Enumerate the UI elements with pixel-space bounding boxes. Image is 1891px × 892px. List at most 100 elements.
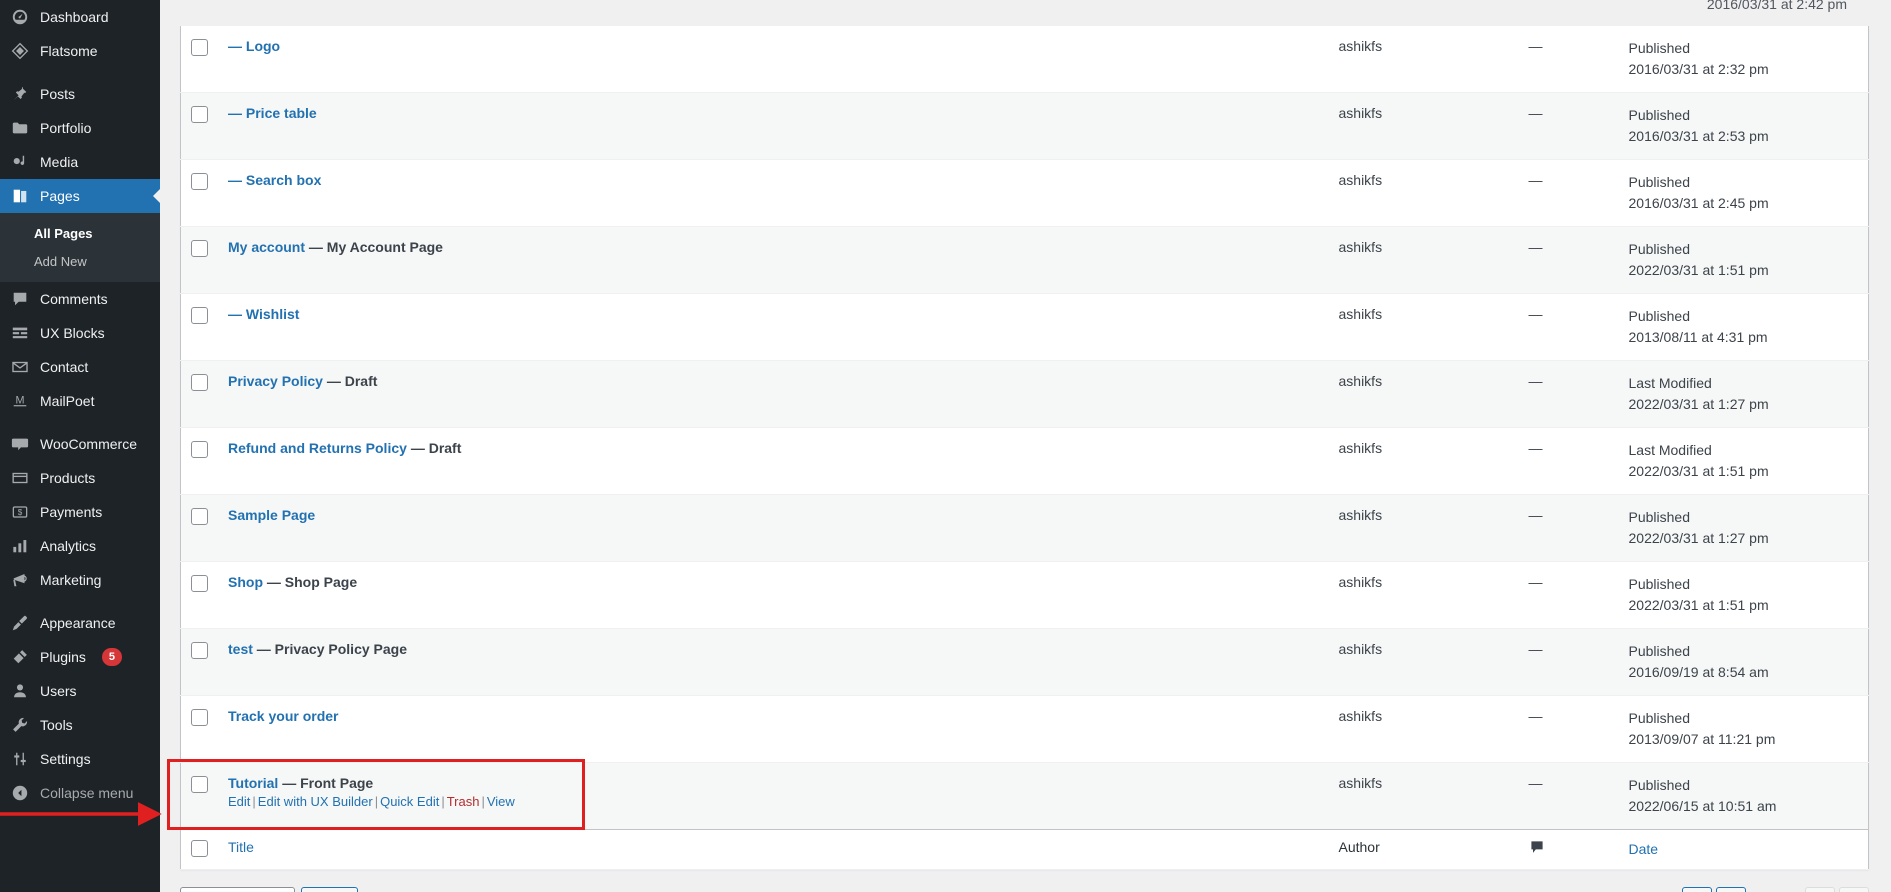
products-icon [10, 468, 30, 488]
admin-main-content: 2016/03/31 at 2:42 pm — Logo ashikfs — P… [160, 0, 1891, 892]
row-select-cell [181, 294, 219, 361]
row-author-cell[interactable]: ashikfs [1329, 696, 1519, 763]
row-action-edit[interactable]: Edit [228, 794, 250, 809]
table-row[interactable]: Track your order ashikfs — Published 201… [180, 696, 1869, 763]
table-row[interactable]: Sample Page ashikfs — Published 2022/03/… [180, 494, 1869, 562]
row-date-value: 2022/03/31 at 1:51 pm [1628, 262, 1769, 278]
table-row[interactable]: Refund and Returns Policy — Draft ashikf… [180, 428, 1869, 495]
row-author-cell[interactable]: ashikfs [1329, 562, 1519, 629]
table-row[interactable]: — Price table ashikfs — Published 2016/0… [180, 92, 1869, 160]
table-row[interactable]: test — Privacy Policy Page ashikfs — Pub… [180, 628, 1869, 696]
column-header-date-link[interactable]: Date [1629, 841, 1659, 857]
row-author-cell[interactable]: ashikfs [1329, 294, 1519, 361]
sidebar-item-collapse-menu[interactable]: Collapse menu [0, 776, 160, 810]
row-date-cell: Published 2013/08/11 at 4:31 pm [1619, 294, 1869, 361]
row-author-cell[interactable]: ashikfs [1329, 428, 1519, 495]
row-title-link[interactable]: Price table [246, 105, 317, 121]
row-checkbox[interactable] [191, 105, 208, 123]
table-row[interactable]: Privacy Policy — Draft ashikfs — Last Mo… [180, 360, 1869, 428]
select-all-checkbox[interactable] [191, 839, 208, 857]
row-comments-cell: — [1528, 38, 1543, 54]
pagination-first-page[interactable]: « [1681, 887, 1712, 892]
row-comments-cell: — [1528, 105, 1543, 121]
sidebar-item-pages[interactable]: Pages [0, 179, 160, 213]
row-author-cell[interactable]: ashikfs [1329, 763, 1519, 830]
row-author-cell[interactable]: ashikfs [1329, 26, 1519, 93]
sidebar-item-products[interactable]: Products [0, 461, 160, 495]
row-checkbox[interactable] [191, 172, 208, 190]
table-row-tutorial[interactable]: Tutorial — Front Page Edit | Edit with UX … [180, 762, 1869, 830]
row-action-quick-edit[interactable]: Quick Edit [380, 794, 439, 809]
row-title-link[interactable]: Refund and Returns Policy [228, 440, 407, 456]
row-title-link[interactable]: Sample Page [228, 507, 315, 523]
row-checkbox[interactable] [191, 708, 208, 726]
row-date-cell: Last Modified 2022/03/31 at 1:51 pm [1619, 428, 1869, 495]
row-date-value: 2016/03/31 at 2:45 pm [1628, 195, 1769, 211]
row-title-link[interactable]: My account [228, 239, 305, 255]
sidebar-item-users[interactable]: Users [0, 674, 160, 708]
sidebar-item-contact[interactable]: Contact [0, 350, 160, 384]
row-title-link[interactable]: Privacy Policy [228, 373, 323, 389]
row-action-view[interactable]: View [487, 794, 515, 809]
table-row[interactable]: — Wishlist ashikfs — Published 2013/08/1… [180, 294, 1869, 361]
row-checkbox[interactable] [191, 373, 208, 391]
row-title-link[interactable]: Shop [228, 574, 263, 590]
sidebar-item-woocommerce[interactable]: WooCommerce [0, 427, 160, 461]
row-checkbox[interactable] [191, 507, 208, 525]
row-author-cell[interactable]: ashikfs [1329, 361, 1519, 428]
row-action-trash[interactable]: Trash [447, 794, 480, 809]
row-checkbox[interactable] [191, 38, 208, 56]
row-author-cell[interactable]: ashikfs [1329, 160, 1519, 227]
sidebar-item-posts[interactable]: Posts [0, 77, 160, 111]
row-action-edit-with-ux-builder[interactable]: Edit with UX Builder [258, 794, 373, 809]
sidebar-item-appearance[interactable]: Appearance [0, 606, 160, 640]
sidebar-item-tools[interactable]: Tools [0, 708, 160, 742]
table-row[interactable]: My account — My Account Page ashikfs — P… [180, 226, 1869, 294]
column-header-date[interactable]: Date [1618, 829, 1869, 870]
row-checkbox[interactable] [191, 641, 208, 659]
plugins-update-badge: 5 [101, 648, 123, 666]
table-row[interactable]: — Search box ashikfs — Published 2016/03… [180, 160, 1869, 227]
apply-button[interactable]: Apply [301, 887, 359, 892]
sidebar-item-label: Contact [40, 359, 89, 375]
pagination-prev-page[interactable]: ‹ [1715, 887, 1746, 892]
sidebar-item-media[interactable]: Media [0, 145, 160, 179]
row-author-cell[interactable]: ashikfs [1329, 629, 1519, 696]
sidebar-item-payments[interactable]: $ Payments [0, 495, 160, 529]
row-title-link[interactable]: test [228, 641, 253, 657]
row-checkbox[interactable] [191, 306, 208, 324]
sidebar-subitem-add-new[interactable]: Add New [0, 248, 160, 276]
row-select-cell [181, 93, 219, 160]
sidebar-item-portfolio[interactable]: Portfolio [0, 111, 160, 145]
sidebar-item-analytics[interactable]: Analytics [0, 529, 160, 563]
sidebar-subitem-all-pages[interactable]: All Pages [0, 220, 160, 248]
sidebar-item-dashboard[interactable]: Dashboard [0, 0, 160, 34]
row-title-link[interactable]: Track your order [228, 708, 339, 724]
row-title-link[interactable]: Search box [246, 172, 321, 188]
sidebar-item-plugins[interactable]: Plugins 5 [0, 640, 160, 674]
row-checkbox[interactable] [191, 775, 208, 793]
row-author-cell[interactable]: ashikfs [1329, 495, 1519, 562]
column-header-comments[interactable] [1518, 829, 1619, 870]
row-checkbox[interactable] [191, 440, 208, 458]
row-checkbox[interactable] [191, 239, 208, 257]
sidebar-item-comments[interactable]: Comments [0, 282, 160, 316]
row-title-link[interactable]: Logo [246, 38, 280, 54]
sidebar-item-ux-blocks[interactable]: UX Blocks [0, 316, 160, 350]
column-header-title[interactable]: Title [218, 829, 1329, 870]
row-title-link[interactable]: Tutorial [228, 775, 278, 791]
row-checkbox[interactable] [191, 574, 208, 592]
sidebar-item-label: Payments [40, 504, 103, 520]
sidebar-item-settings[interactable]: Settings [0, 742, 160, 776]
row-author-cell[interactable]: ashikfs [1329, 227, 1519, 294]
sidebar-item-mailpoet[interactable]: M MailPoet [0, 384, 160, 418]
sidebar-item-flatsome[interactable]: Flatsome [0, 34, 160, 68]
table-row[interactable]: Shop — Shop Page ashikfs — Published 202… [180, 562, 1869, 629]
row-author-cell[interactable]: ashikfs [1329, 93, 1519, 160]
table-row[interactable]: — Logo ashikfs — Published 2016/03/31 at… [180, 26, 1869, 93]
column-header-title-link[interactable]: Title [228, 839, 254, 855]
row-comments-cell: — [1528, 507, 1543, 523]
sidebar-item-marketing[interactable]: Marketing [0, 563, 160, 597]
row-title-link[interactable]: Wishlist [246, 306, 300, 322]
bulk-actions-select[interactable]: Bulk actions [180, 887, 296, 892]
